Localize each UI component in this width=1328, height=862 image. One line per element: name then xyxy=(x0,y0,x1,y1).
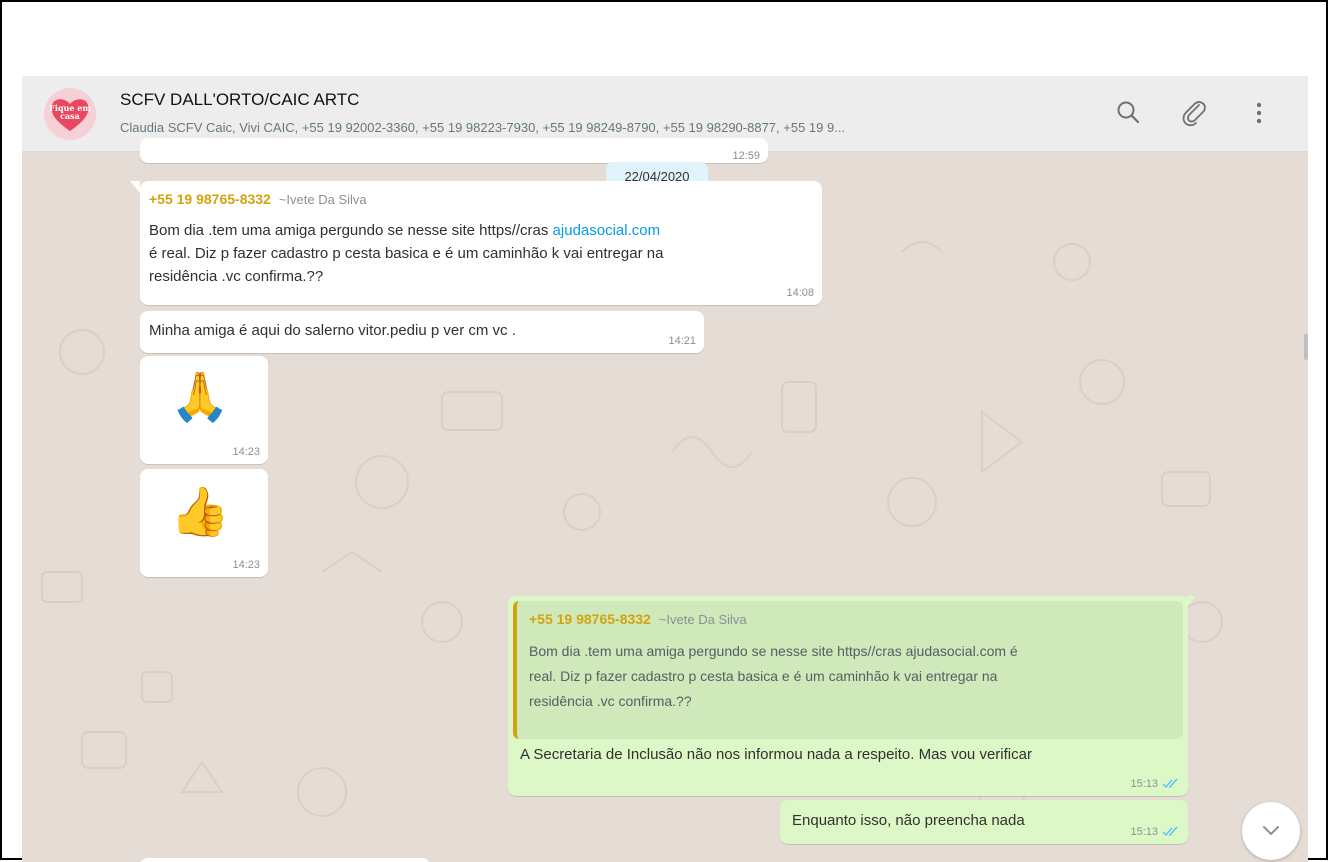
outgoing-reply-message[interactable]: +55 19 98765-8332 ~Ivete Da Silva Bom dia… xyxy=(508,596,1188,796)
group-avatar[interactable]: Fique em casa xyxy=(44,88,96,140)
message-text: Enquanto isso, não preencha nada xyxy=(792,812,1025,829)
read-ticks-icon xyxy=(1162,778,1178,789)
praying-hands-emoji: 🙏 xyxy=(170,371,230,424)
quoted-line: Bom dia .tem uma amiga pergundo se nesse… xyxy=(529,643,1018,659)
search-icon[interactable] xyxy=(1112,96,1146,130)
message-time: 14:21 xyxy=(668,335,696,347)
message-text: A Secretaria de Inclusão não nos informo… xyxy=(520,746,1032,763)
quoted-line: real. Diz p fazer cadastro p cesta basic… xyxy=(529,668,998,684)
message-text: Bom dia .tem uma amiga pergundo se nesse… xyxy=(149,219,663,288)
incoming-message[interactable]: Minha amiga é aqui do salerno vitor.pedi… xyxy=(140,311,704,353)
message-partial[interactable]: 12:59 xyxy=(140,138,768,163)
quoted-message[interactable]: +55 19 98765-8332 ~Ivete Da Silva Bom dia… xyxy=(513,601,1183,739)
message-sender-line: +55 19 98765-8332 ~Ivete Da Silva xyxy=(149,191,367,208)
menu-icon[interactable] xyxy=(1242,96,1276,130)
read-ticks-icon xyxy=(1162,826,1178,837)
sender-phone[interactable]: +55 19 98765-8332 xyxy=(149,191,271,207)
message-time: 12:59 xyxy=(732,150,760,162)
quoted-line: residência .vc confirma.?? xyxy=(529,693,692,709)
quoted-sender-pushname: ~Ivete Da Silva xyxy=(658,612,747,627)
message-time: 14:08 xyxy=(786,287,814,299)
avatar-text: Fique em casa xyxy=(49,103,91,121)
bubble-tail xyxy=(130,181,140,193)
message-line: Bom dia .tem uma amiga pergundo se nesse… xyxy=(149,219,663,242)
attach-icon[interactable] xyxy=(1177,96,1211,130)
incoming-emoji-message[interactable]: 🙏 14:23 xyxy=(140,356,268,464)
incoming-message[interactable]: +55 19 98765-8332 ~Ivete Da Silva Bom dia… xyxy=(140,181,822,305)
outgoing-message[interactable]: Enquanto isso, não preencha nada 15:13 xyxy=(780,800,1188,844)
quoted-sender-line: +55 19 98765-8332 ~Ivete Da Silva xyxy=(529,611,747,627)
message-link[interactable]: ajudasocial.com xyxy=(553,222,661,239)
screenshot-frame: Fique em casa SCFV DALL'ORTO/CAIC ARTC C… xyxy=(0,0,1328,862)
incoming-emoji-message[interactable]: 👍 14:23 xyxy=(140,469,268,577)
message-line: residência .vc confirma.?? xyxy=(149,268,324,285)
message-time: 15:13 xyxy=(1130,826,1158,838)
scrollbar-thumb[interactable] xyxy=(1304,334,1308,360)
chevron-down-icon xyxy=(1263,826,1279,836)
message-time: 14:23 xyxy=(232,446,260,458)
message-text: Minha amiga é aqui do salerno vitor.pedi… xyxy=(149,322,516,339)
quoted-text: Bom dia .tem uma amiga pergundo se nesse… xyxy=(529,639,1018,714)
chat-window: Fique em casa SCFV DALL'ORTO/CAIC ARTC C… xyxy=(22,76,1308,862)
sender-pushname: ~Ivete Da Silva xyxy=(278,192,367,207)
message-line-text: Bom dia .tem uma amiga pergundo se nesse… xyxy=(149,222,553,239)
chat-title: SCFV DALL'ORTO/CAIC ARTC xyxy=(120,90,360,109)
message-time: 15:13 xyxy=(1130,778,1158,790)
scroll-to-bottom-button[interactable] xyxy=(1242,802,1300,860)
message-partial[interactable] xyxy=(140,858,430,862)
message-time: 14:23 xyxy=(232,559,260,571)
chat-participants: Claudia SCFV Caic, Vivi CAIC, +55 19 920… xyxy=(120,120,846,135)
quoted-sender-phone: +55 19 98765-8332 xyxy=(529,611,651,627)
message-line: é real. Diz p fazer cadastro p cesta bas… xyxy=(149,245,664,262)
thumbs-up-emoji: 👍 xyxy=(170,486,230,539)
